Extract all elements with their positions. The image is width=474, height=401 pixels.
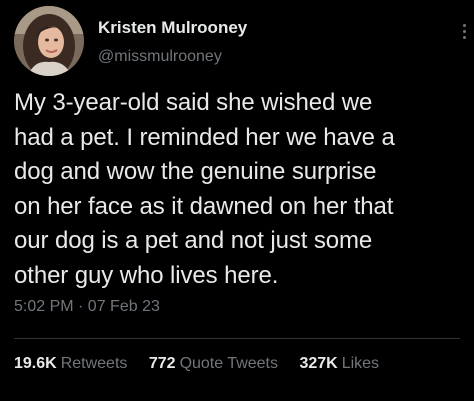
avatar[interactable] [14,6,84,76]
tweet-text-line: our dog is a pet and not just some [14,227,373,254]
tweet-text-line: dog and wow the genuine surprise [14,158,377,185]
likes-count: 327K [299,355,338,372]
tweet-header: Kristen Mulrooney @missmulrooney [14,6,466,76]
retweets-count: 19.6K [14,355,57,372]
quote-tweets-count: 772 [148,355,176,372]
tweet-stats: 19.6K Retweets 772 Quote Tweets 327K Likes [14,355,396,373]
tweet-text-line: had a pet. I reminded her we have a [14,123,395,151]
likes-stat[interactable]: 327K Likes [299,355,379,373]
tweet-text: My 3-year-old said she wished we had a p… [14,86,466,293]
quote-tweets-stat[interactable]: 772 Quote Tweets [149,355,278,373]
retweets-stat[interactable]: 19.6K Retweets [14,355,127,373]
divider [14,338,460,339]
quote-tweets-label: Quote Tweets [179,355,278,372]
likes-label: Likes [341,355,380,372]
more-vertical-icon[interactable] [459,24,469,46]
tweet-text-line: on her face as it dawned on her that [14,192,394,220]
user-names: Kristen Mulrooney @missmulrooney [98,18,247,66]
user-handle[interactable]: @missmulrooney [98,47,247,66]
tweet-text-line: other guy who lives here. [14,261,279,289]
tweet-card: Kristen Mulrooney @missmulrooney My 3-ye… [0,0,474,401]
retweets-label: Retweets [60,355,128,372]
tweet-timestamp[interactable]: 5:02 PM · 07 Feb 23 [14,298,160,316]
tweet-text-line: My 3-year-old said she wished we [14,89,373,116]
display-name[interactable]: Kristen Mulrooney [98,18,247,38]
